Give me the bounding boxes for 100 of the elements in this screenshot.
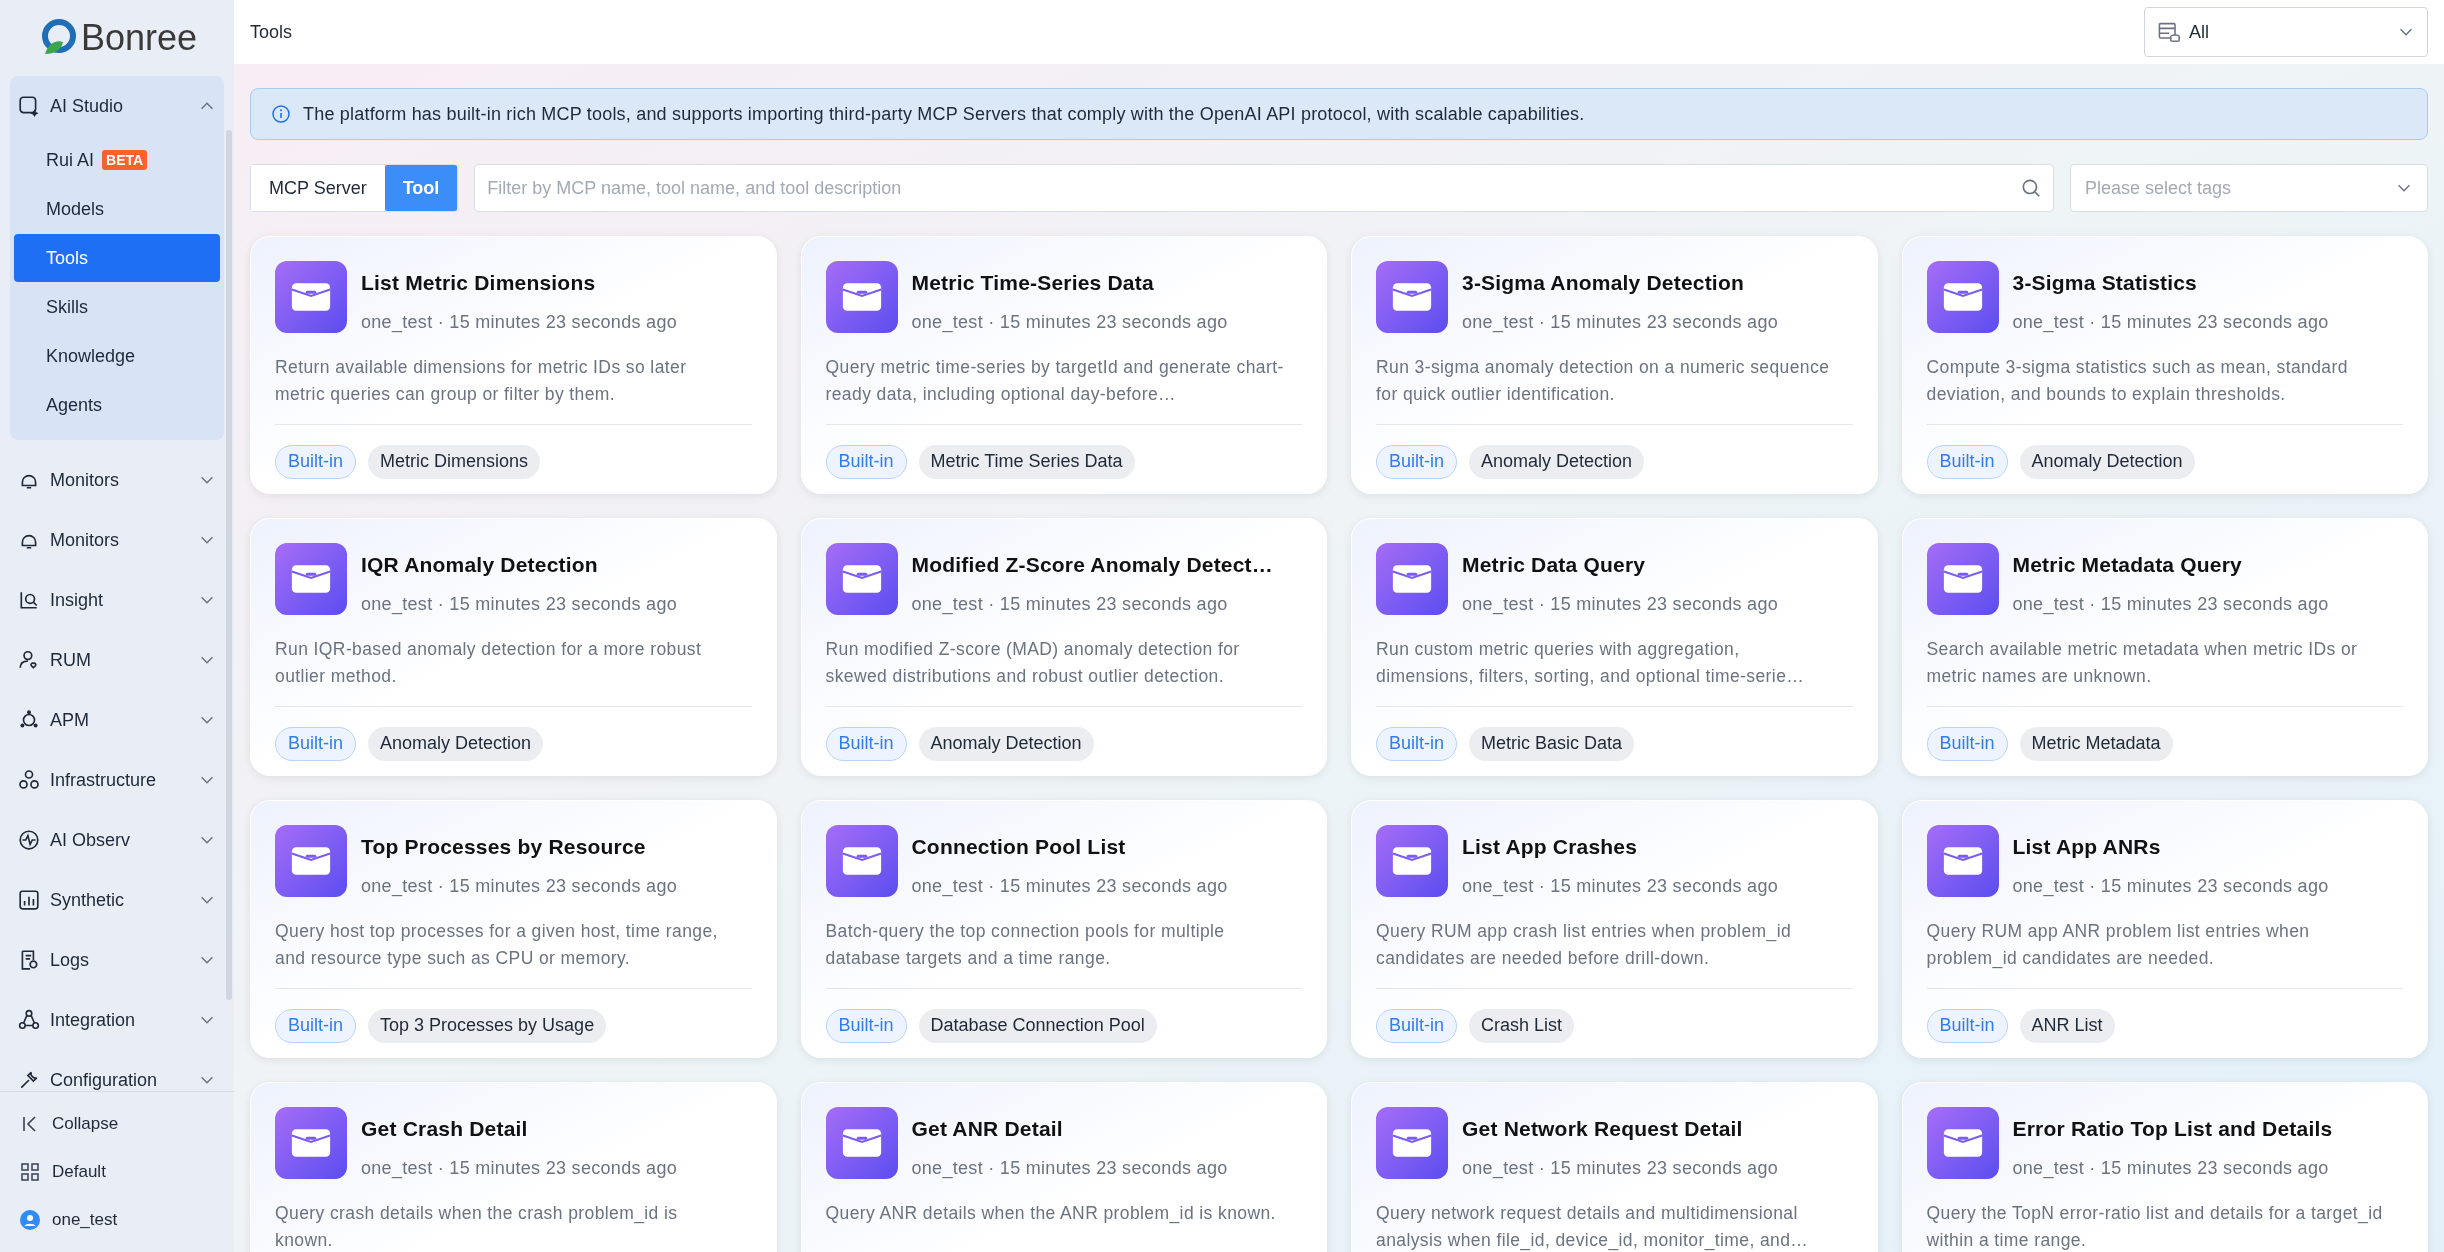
card-meta: one_test · 15 minutes 23 seconds ago — [1462, 592, 1778, 617]
search-field[interactable]: Filter by MCP name, tool name, and tool description — [474, 164, 2054, 212]
card-description: Run 3-sigma anomaly detection on a numeric sequence for quick outlier identification. — [1376, 355, 1831, 406]
card-title: Get Network Request Detail — [1462, 1116, 1744, 1142]
nav-item[interactable]: Infrastructure — [10, 750, 224, 810]
tag: ANR List — [2019, 1008, 2115, 1043]
tool-card[interactable]: Connection Pool List one_test · 15 minutes 23 seconds ago Batch-query the top connection pools for multiple database targets and a time range. Built-in Database Connection Pool — [800, 800, 1327, 1058]
tool-card[interactable]: 3-Sigma Anomaly Detection one_test · 15 minutes 23 seconds ago Run 3-sigma anomaly detection on a numeric sequence for quick outlier identification. Built-in Anomaly Detection — [1351, 236, 1878, 494]
tool-card[interactable]: List App Crashes one_test · 15 minutes 23 seconds ago Query RUM app crash list entries when problem_id candidates are needed before drill-down. Built-in Crash List — [1351, 800, 1878, 1058]
card-description: Search available metric metadata when metric IDs or metric names are unknown. — [1926, 637, 2359, 688]
card-title: List Metric Dimensions — [361, 270, 597, 296]
sidebar-footer-item[interactable]: Collapse — [20, 1100, 214, 1148]
card-meta: one_test · 15 minutes 23 seconds ago — [361, 592, 677, 617]
card-title: List App ANRs — [2012, 834, 2162, 860]
nav-item[interactable]: Logs — [10, 930, 224, 990]
tool-card[interactable]: Modified Z-Score Anomaly Detect… one_test · 15 minutes 23 seconds ago Run modified Z-score (MAD) anomaly detection for skewed distributions and robust outlier detection. Built-in Anomaly Detection — [800, 518, 1327, 776]
tag: Metric Time Series Data — [918, 444, 1135, 479]
tool-card[interactable]: Metric Time-Series Data one_test · 15 minutes 23 seconds ago Query metric time-series by targetId and generate chart-ready data, including optional day-before… Built-in Metric Time Series Data — [800, 236, 1327, 494]
tag: Built-in — [825, 1008, 907, 1043]
card-meta: one_test · 15 minutes 23 seconds ago — [911, 592, 1229, 617]
tool-card[interactable]: List Metric Dimensions one_test · 15 minutes 23 seconds ago Return available dimensions for metric IDs so later metric queries can group or filter by them. Built-in Metric Dimensions — [250, 236, 777, 494]
card-meta: one_test · 15 minutes 23 seconds ago — [2012, 1156, 2330, 1181]
card-description: Query crash details when the crash problem_id is known. — [275, 1201, 679, 1252]
nav-item[interactable]: Insight — [10, 570, 224, 630]
card-description: Return available dimensions for metric IDs so later metric queries can group or filter by them. — [275, 355, 688, 406]
tool-card[interactable]: 3-Sigma Statistics one_test · 15 minutes 23 seconds ago Compute 3-sigma statistics such as mean, standard deviation, and bounds to explain thresholds. Built-in Anomaly Detection — [1901, 236, 2428, 494]
tool-card[interactable]: Metric Metadata Query one_test · 15 minutes 23 seconds ago Search available metric metadata when metric IDs or metric names are unknown. Built-in Metric Metadata — [1901, 518, 2428, 776]
tag: Built-in — [1376, 1008, 1458, 1043]
tag: Built-in — [1376, 726, 1458, 761]
card-meta: one_test · 15 minutes 23 seconds ago — [1462, 310, 1778, 335]
card-title: Metric Metadata Query — [2012, 552, 2243, 578]
tag: Built-in — [825, 444, 907, 479]
tool-card[interactable]: IQR Anomaly Detection one_test · 15 minutes 23 seconds ago Run IQR-based anomaly detection for a more robust outlier method. Built-in Anomaly Detection — [250, 518, 777, 776]
briefcase-icon — [825, 825, 898, 897]
pulse-icon — [18, 829, 40, 851]
briefcase-icon — [275, 543, 347, 615]
tool-card[interactable]: Get Crash Detail one_test · 15 minutes 23 seconds ago Query crash details when the crash problem_id is known. — [250, 1082, 777, 1252]
tool-card[interactable]: Get Network Request Detail one_test · 15 minutes 23 seconds ago Query network request details and multidimensional analysis when file_id, device_id, monitor_time, and… — [1351, 1082, 1878, 1252]
card-title: Metric Time-Series Data — [911, 270, 1155, 296]
sidebar-footer-item[interactable]: Default — [20, 1148, 214, 1196]
info-text: The platform has built-in rich MCP tools, and supports importing third-party MCP Servers that comply with the OpenAI API protocol, with scalable capabilities. — [303, 102, 1585, 126]
card-description: Run modified Z-score (MAD) anomaly detection for skewed distributions and robust outlier detection. — [825, 637, 1241, 688]
nav-item[interactable]: Synthetic — [10, 870, 224, 930]
card-title: Error Ratio Top List and Details — [2012, 1116, 2333, 1142]
card-description: Query RUM app crash list entries when problem_id candidates are needed before drill-down. — [1376, 919, 1793, 970]
sidebar-footer-item[interactable]: one_test — [20, 1196, 214, 1244]
nav-item[interactable]: APM — [10, 690, 224, 750]
nav-subitem[interactable]: Tools — [14, 234, 220, 282]
card-description: Query ANR details when the ANR problem_id is known. — [825, 1201, 1277, 1226]
card-meta: one_test · 15 minutes 23 seconds ago — [361, 1156, 677, 1181]
nav-subitem[interactable]: Agents — [14, 381, 220, 429]
card-title: List App Crashes — [1462, 834, 1639, 860]
nav-subitem[interactable]: Knowledge — [14, 332, 220, 380]
briefcase-icon — [825, 543, 898, 615]
nav-item[interactable]: Integration — [10, 990, 224, 1050]
tool-card[interactable]: Metric Data Query one_test · 15 minutes 23 seconds ago Run custom metric queries with aggregation, dimensions, filters, sorting, and optional time-serie… Built-in Metric Basic Data — [1351, 518, 1878, 776]
card-description: Query host top processes for a given host, time range, and resource type such as CPU or memory. — [275, 919, 719, 970]
card-title: IQR Anomaly Detection — [361, 552, 599, 578]
info-icon — [271, 104, 291, 124]
scope-select[interactable]: All — [2144, 7, 2428, 57]
tag: Anomaly Detection — [918, 726, 1094, 761]
tool-card[interactable]: Error Ratio Top List and Details one_test · 15 minutes 23 seconds ago Query the TopN error-ratio list and details for a target_id within a time range. — [1901, 1082, 2428, 1252]
card-description: Query the TopN error-ratio list and details for a target_id within a time range. — [1926, 1201, 2384, 1252]
card-description: Query network request details and multidimensional analysis when file_id, device_id, monitor_time, and… — [1376, 1201, 1810, 1252]
card-title: 3-Sigma Statistics — [2012, 270, 2198, 296]
tag: Built-in — [275, 726, 357, 761]
briefcase-icon — [1926, 825, 1999, 897]
briefcase-icon — [275, 825, 347, 897]
nav-item[interactable]: AI Observ — [10, 810, 224, 870]
nav-item[interactable]: Monitors — [10, 510, 224, 570]
tag: Built-in — [1926, 444, 2008, 479]
card-meta: one_test · 15 minutes 23 seconds ago — [2012, 592, 2329, 617]
card-meta: one_test · 15 minutes 23 seconds ago — [911, 874, 1228, 899]
tag: Anomaly Detection — [2019, 444, 2195, 479]
card-title: Get ANR Detail — [911, 1116, 1064, 1142]
tool-card[interactable]: Top Processes by Resource one_test · 15 minutes 23 seconds ago Query host top processes for a given host, time range, and resource type such as CPU or memory. Built-in Top 3 Processes by Usage — [250, 800, 777, 1058]
tool-card[interactable]: Get ANR Detail one_test · 15 minutes 23 seconds ago Query ANR details when the ANR problem_id is known. — [800, 1082, 1327, 1252]
tag: Top 3 Processes by Usage — [368, 1008, 607, 1043]
card-title: Modified Z-Score Anomaly Detect… — [911, 552, 1273, 578]
nav-subitem[interactable]: Skills — [14, 283, 220, 331]
nav-item[interactable]: RUM — [10, 630, 224, 690]
nav-subitem[interactable]: Rui AI BETA — [14, 136, 220, 184]
briefcase-icon — [1926, 261, 1999, 333]
card-description: Run custom metric queries with aggregation, dimensions, filters, sorting, and optional time-serie… — [1376, 637, 1806, 688]
brand-name: Bonree — [80, 20, 198, 56]
nav-item[interactable]: Configuration — [10, 1050, 224, 1091]
card-meta: one_test · 15 minutes 23 seconds ago — [2012, 310, 2329, 335]
hexagons-icon — [18, 769, 40, 791]
nav-item[interactable]: Monitors — [10, 450, 224, 510]
nav-subitem[interactable]: Models — [14, 185, 220, 233]
card-meta: one_test · 15 minutes 23 seconds ago — [1462, 874, 1778, 899]
sparkle-chip-icon — [18, 95, 40, 117]
nav-item[interactable]: AI Studio — [10, 76, 224, 136]
card-meta: one_test · 15 minutes 23 seconds ago — [911, 1156, 1228, 1181]
briefcase-icon — [1376, 261, 1448, 333]
tag: Built-in — [1926, 1008, 2008, 1043]
briefcase-icon — [825, 261, 898, 333]
tool-card[interactable]: List App ANRs one_test · 15 minutes 23 seconds ago Query RUM app ANR problem list entries when problem_id candidates are needed. Built-in ANR List — [1901, 800, 2428, 1058]
magnifier-icon — [18, 589, 40, 611]
tag: Metric Basic Data — [1469, 726, 1635, 761]
